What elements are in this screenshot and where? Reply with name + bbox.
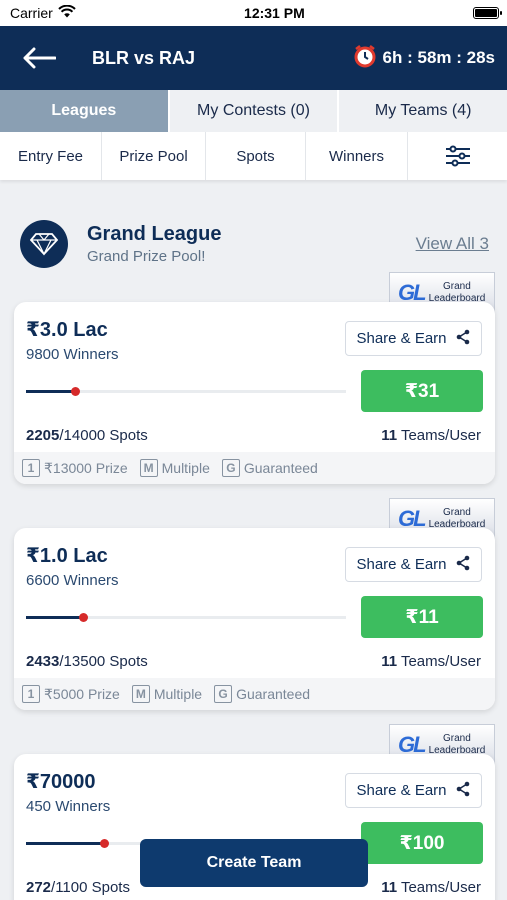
prize-pool: ₹1.0 Lac [26,545,108,567]
wifi-icon [58,4,76,21]
spots-total: /1100 Spots [51,879,130,896]
multiple-entry-icon: M [131,685,150,703]
spots-info: 2205/14000 Spots [26,427,148,444]
first-prize-tag: 1 ₹5000 Prize [22,685,120,703]
gl-line-1: Grand [443,281,471,292]
share-label: Share & Earn [356,782,447,799]
spots-progress-fill [26,387,81,396]
sort-entry-fee[interactable]: Entry Fee [0,132,102,180]
teams-per-user: 11 Teams/User [381,879,481,896]
league-subtitle: Grand Prize Pool! [87,248,206,265]
share-earn-button[interactable]: Share & Earn [345,773,482,808]
spots-total: /13500 Spots [59,653,148,670]
entry-type-text: Multiple [153,686,203,702]
sort-winners[interactable]: Winners [306,132,408,180]
teams-label: Teams/User [400,879,481,896]
prize-pool: ₹3.0 Lac [26,319,108,341]
teams-count: 11 [381,427,398,444]
back-arrow-icon[interactable] [22,43,62,73]
carrier-label: Carrier [10,5,53,21]
spots-info: 2433/13500 Spots [26,653,148,670]
battery-icon [472,7,502,19]
winners-count: 6600 Winners [26,572,119,589]
guaranteed-tag: G Guaranteed [221,459,318,477]
entry-fee-button[interactable]: ₹100 [361,822,483,864]
spots-filled: 272 [26,879,52,896]
progress-dot [71,387,81,396]
entry-type-text: Multiple [161,460,210,476]
contest-tabs: Leagues My Contests (0) My Teams (4) [0,90,507,132]
alarm-clock-icon [353,44,377,73]
gl-line-1: Grand [443,733,471,744]
match-title: BLR vs RAJ [92,47,196,68]
first-prize-icon: 1 [22,685,40,703]
contest-card-body: ₹1.0 Lac 6600 Winners Share & Earn ₹11 2… [14,528,495,710]
teams-count: 11 [381,879,398,896]
league-header: Grand League Grand Prize Pool! View All … [0,180,507,282]
guarantee-text: Guaranteed [243,460,318,476]
teams-count: 11 [381,653,398,670]
sort-prize-pool[interactable]: Prize Pool [102,132,206,180]
share-earn-button[interactable]: Share & Earn [345,547,482,582]
entry-fee-button[interactable]: ₹11 [361,596,483,638]
spots-progress-bar [26,613,346,622]
multiple-entry-tag: M Multiple [139,459,210,477]
prize-pool: ₹70000 [26,771,96,793]
contest-tags: 1 ₹13000 Prize M Multiple G Guaranteed [14,452,495,484]
progress-dot [100,839,110,848]
status-left: Carrier [10,4,76,21]
spots-filled: 2205 [26,427,60,444]
guaranteed-icon: G [214,685,233,703]
view-all-link[interactable]: View All 3 [416,234,489,254]
spots-filled: 2433 [26,653,60,670]
spots-info: 272/1100 Spots [26,879,130,896]
tab-my-teams[interactable]: My Teams (4) [339,90,507,132]
diamond-icon [20,220,68,268]
share-icon [455,555,471,575]
multiple-entry-icon: M [139,459,158,477]
league-title: Grand League [87,223,222,245]
tab-leagues[interactable]: Leagues [0,90,170,132]
status-time: 12:31 PM [244,5,305,21]
contest-tags: 1 ₹5000 Prize M Multiple G Guaranteed [14,678,495,710]
share-label: Share & Earn [356,556,447,573]
filter-sliders-icon[interactable] [408,132,507,180]
winners-count: 450 Winners [26,798,111,815]
first-prize-text: ₹13000 Prize [44,459,128,476]
timer-text: 6h : 58m : 28s [382,48,495,67]
sort-spots[interactable]: Spots [206,132,306,180]
league-text: Grand League Grand Prize Pool! [87,223,221,265]
winners-count: 9800 Winners [26,346,119,363]
first-prize-tag: 1 ₹13000 Prize [22,459,128,477]
match-header: BLR vs RAJ 6h : 58m : 28s [0,26,507,90]
spots-progress-fill [26,839,110,848]
teams-per-user: 11 Teams/User [381,427,481,444]
spots-progress-fill [26,613,88,622]
share-icon [455,329,471,349]
countdown-timer: 6h : 58m : 28s [353,44,495,73]
progress-dot [78,613,88,622]
guaranteed-tag: G Guaranteed [214,685,310,703]
spots-progress-bar [26,387,346,396]
first-prize-text: ₹5000 Prize [44,685,120,702]
first-prize-icon: 1 [22,459,40,477]
guaranteed-icon: G [221,459,240,477]
multiple-entry-tag: M Multiple [131,685,203,703]
gl-line-1: Grand [443,507,471,518]
teams-label: Teams/User [400,427,481,444]
spots-total: /14000 Spots [59,427,148,444]
tab-my-contests[interactable]: My Contests (0) [169,90,340,132]
guarantee-text: Guaranteed [236,686,311,702]
share-label: Share & Earn [356,330,447,347]
entry-fee-button[interactable]: ₹31 [361,370,483,412]
create-team-button[interactable]: Create Team [140,839,368,887]
share-icon [455,781,471,801]
share-earn-button[interactable]: Share & Earn [345,321,482,356]
contest-card-body: ₹3.0 Lac 9800 Winners Share & Earn ₹31 2… [14,302,495,484]
teams-label: Teams/User [400,653,481,670]
status-bar: Carrier 12:31 PM [0,0,507,26]
sort-bar: Entry Fee Prize Pool Spots Winners [0,132,507,180]
teams-per-user: 11 Teams/User [381,653,481,670]
